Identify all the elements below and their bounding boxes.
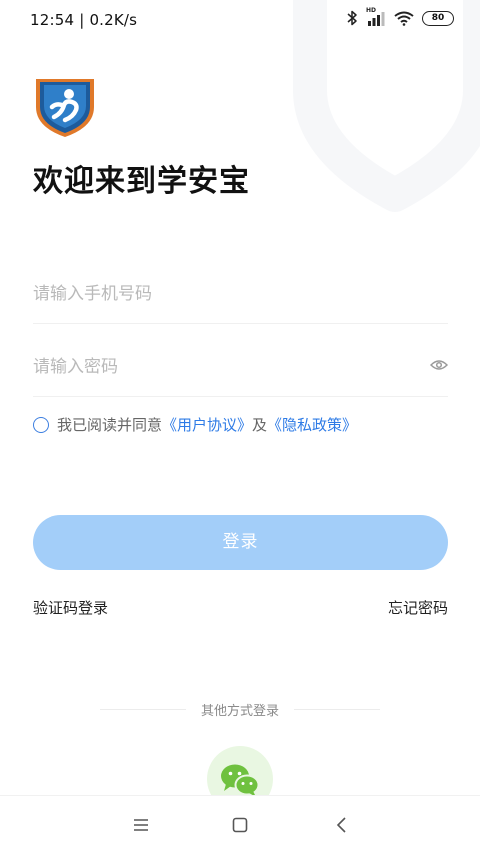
status-separator: | bbox=[79, 11, 85, 29]
sms-login-link[interactable]: 验证码登录 bbox=[33, 597, 108, 618]
phone-field[interactable] bbox=[33, 265, 448, 324]
back-chevron-icon[interactable] bbox=[333, 816, 351, 834]
battery-indicator: 80 bbox=[422, 10, 454, 26]
status-time: 12:54 | 0.2K/s bbox=[30, 11, 137, 29]
welcome-title: 欢迎来到学安宝 bbox=[33, 164, 250, 199]
privacy-policy-link[interactable]: 《隐私政策》 bbox=[267, 414, 357, 435]
status-icons: HD 80 bbox=[346, 7, 454, 26]
agreement-prefix: 我已阅读并同意 bbox=[57, 416, 163, 434]
agree-radio[interactable] bbox=[33, 416, 49, 433]
login-button[interactable]: 登录 bbox=[33, 515, 448, 570]
eye-icon[interactable] bbox=[430, 358, 448, 372]
phone-input[interactable] bbox=[33, 265, 393, 323]
app-logo-icon bbox=[36, 79, 94, 137]
network-speed: 0.2K/s bbox=[89, 11, 138, 29]
agreement-row: 我已阅读并同意 《用户协议》 及 《隐私政策》 bbox=[33, 414, 357, 435]
wifi-icon bbox=[394, 11, 414, 26]
divider-line-right bbox=[294, 709, 380, 710]
forgot-password-link[interactable]: 忘记密码 bbox=[388, 597, 448, 618]
status-bar: 12:54 | 0.2K/s HD 80 bbox=[0, 0, 480, 40]
clock-text: 12:54 bbox=[30, 11, 75, 29]
menu-icon[interactable] bbox=[132, 816, 150, 834]
system-nav-bar bbox=[0, 795, 480, 853]
password-field[interactable] bbox=[33, 338, 448, 397]
agreement-connector: 及 bbox=[252, 416, 268, 434]
signal-icon: HD bbox=[366, 7, 386, 26]
login-screen: 12:54 | 0.2K/s HD 80 欢迎来到学安宝 请输入手机号码 我已阅… bbox=[0, 0, 480, 853]
home-square-icon[interactable] bbox=[231, 816, 249, 834]
password-input[interactable] bbox=[33, 338, 393, 396]
other-login-divider: 其他方式登录 bbox=[100, 700, 380, 720]
bluetooth-icon bbox=[347, 10, 357, 26]
user-agreement-link[interactable]: 《用户协议》 bbox=[162, 414, 252, 435]
